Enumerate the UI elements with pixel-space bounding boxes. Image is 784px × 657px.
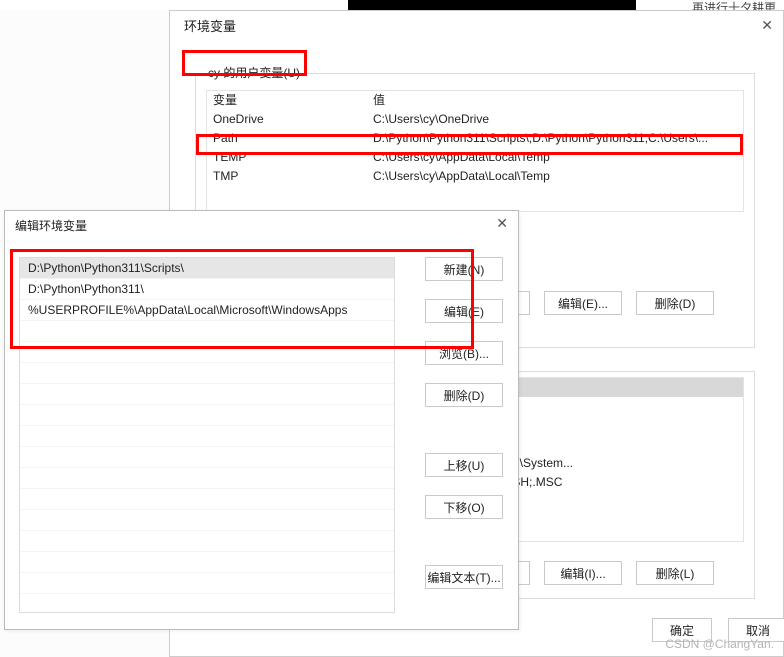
edit-side-buttons: 新建(N) 编辑(E) 浏览(B)... 删除(D) 上移(U) 下移(O) 编…: [425, 257, 505, 589]
edit-text-button[interactable]: 编辑文本(T)...: [425, 565, 503, 589]
list-item[interactable]: %USERPROFILE%\AppData\Local\Microsoft\Wi…: [20, 300, 394, 321]
edit-env-variable-dialog: 编辑环境变量 ✕ D:\Python\Python311\Scripts\ D:…: [4, 210, 519, 630]
dialog-title: 环境变量: [184, 16, 236, 35]
list-item[interactable]: D:\Python\Python311\: [20, 279, 394, 300]
table-row-path[interactable]: Path D:\Python\Python311\Scripts\;D:\Pyt…: [207, 129, 743, 148]
delete-user-button[interactable]: 删除(D): [636, 291, 714, 315]
col-variable: 变量: [207, 91, 367, 110]
user-group-label: cy 的用户变量(U): [204, 64, 304, 81]
table-row[interactable]: OneDrive C:\Users\cy\OneDrive: [207, 110, 743, 129]
move-up-button[interactable]: 上移(U): [425, 453, 503, 477]
move-down-button[interactable]: 下移(O): [425, 495, 503, 519]
list-item[interactable]: D:\Python\Python311\Scripts\: [20, 258, 394, 279]
table-header: 变量 值: [207, 91, 743, 110]
watermark: CSDN @ChangYan.: [665, 637, 774, 651]
close-icon[interactable]: ✕: [496, 215, 508, 232]
col-value: 值: [367, 91, 743, 110]
browse-button[interactable]: 浏览(B)...: [425, 341, 503, 365]
edit-button[interactable]: 编辑(E): [425, 299, 503, 323]
user-variables-table[interactable]: 变量 值 OneDrive C:\Users\cy\OneDrive Path …: [206, 90, 744, 212]
table-row[interactable]: TMP C:\Users\cy\AppData\Local\Temp: [207, 167, 743, 186]
dialog-title: 编辑环境变量: [15, 217, 87, 234]
path-list[interactable]: D:\Python\Python311\Scripts\ D:\Python\P…: [19, 257, 395, 613]
new-button[interactable]: 新建(N): [425, 257, 503, 281]
close-icon[interactable]: ✕: [761, 17, 773, 34]
delete-button[interactable]: 删除(D): [425, 383, 503, 407]
table-row[interactable]: TEMP C:\Users\cy\AppData\Local\Temp: [207, 148, 743, 167]
delete-sys-button[interactable]: 删除(L): [636, 561, 714, 585]
edit-user-button[interactable]: 编辑(E)...: [544, 291, 622, 315]
edit-sys-button[interactable]: 编辑(I)...: [544, 561, 622, 585]
